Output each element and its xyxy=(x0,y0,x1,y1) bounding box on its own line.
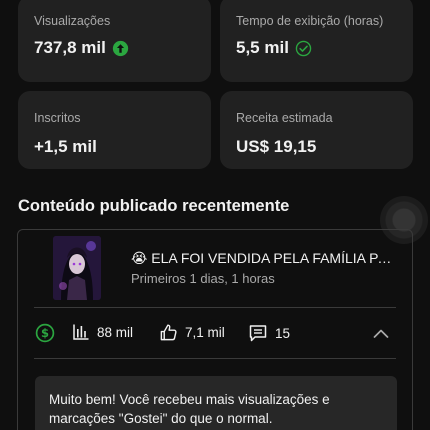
monetization-status[interactable]: $ xyxy=(35,323,55,343)
performance-tip-text: Muito bem! Você recebeu mais visualizaçõ… xyxy=(49,392,330,426)
arrow-up-circle-icon xyxy=(112,40,128,56)
revenue-label: Receita estimada xyxy=(236,111,333,125)
thumbs-up-icon xyxy=(160,324,177,341)
views-value-row: 737,8 mil xyxy=(34,37,195,59)
watch-time-value: 5,5 mil xyxy=(236,38,289,57)
views-stat-card[interactable]: Visualizações 737,8 mil xyxy=(18,0,211,82)
watch-time-label: Tempo de exibição (horas) xyxy=(236,14,384,28)
revenue-stat-card[interactable]: Receita estimada US$ 19,15 xyxy=(220,91,413,169)
subscribers-value: +1,5 mil xyxy=(34,137,97,156)
chevron-up-icon xyxy=(373,329,389,338)
recent-video-card[interactable]: 😭 ELA FOI VENDIDA PELA FAMÍLIA PARA ... … xyxy=(17,229,413,430)
subscribers-label: Inscritos xyxy=(34,111,81,125)
analytics-page: Visualizações 737,8 mil Tempo de exibiçã… xyxy=(0,0,430,430)
bar-chart-icon xyxy=(73,324,89,340)
thumbnail-image xyxy=(53,236,101,300)
dollar-circle-icon: $ xyxy=(35,323,55,343)
subscribers-stat-card[interactable]: Inscritos +1,5 mil xyxy=(18,91,211,169)
video-metrics-row: $ 88 mil 7,1 mil 15 xyxy=(18,319,412,349)
performance-tip: Muito bem! Você recebeu mais visualizaçõ… xyxy=(35,376,397,430)
video-age: Primeiros 1 dias, 1 horas xyxy=(131,271,275,286)
video-likes-metric[interactable]: 7,1 mil xyxy=(159,323,225,342)
video-thumbnail[interactable] xyxy=(53,236,101,300)
video-comments-value: 15 xyxy=(275,325,291,341)
video-likes-value: 7,1 mil xyxy=(185,325,225,340)
divider xyxy=(34,307,396,308)
divider xyxy=(34,358,396,359)
check-circle-icon xyxy=(295,40,312,56)
video-title[interactable]: 😭 ELA FOI VENDIDA PELA FAMÍLIA PARA ... xyxy=(131,249,397,267)
views-label: Visualizações xyxy=(34,14,111,28)
comment-icon xyxy=(249,325,267,342)
watch-time-stat-card[interactable]: Tempo de exibição (horas) 5,5 mil xyxy=(220,0,413,82)
revenue-value: US$ 19,15 xyxy=(236,137,317,156)
video-views-metric[interactable]: 88 mil xyxy=(72,323,133,341)
views-value: 737,8 mil xyxy=(34,38,106,57)
video-views-value: 88 mil xyxy=(97,324,134,340)
recent-content-title: Conteúdo publicado recentemente xyxy=(18,197,290,215)
video-comments-metric[interactable]: 15 xyxy=(248,323,290,343)
svg-text:$: $ xyxy=(41,326,49,340)
watch-time-value-row: 5,5 mil xyxy=(236,37,397,59)
collapse-button[interactable] xyxy=(372,325,390,343)
